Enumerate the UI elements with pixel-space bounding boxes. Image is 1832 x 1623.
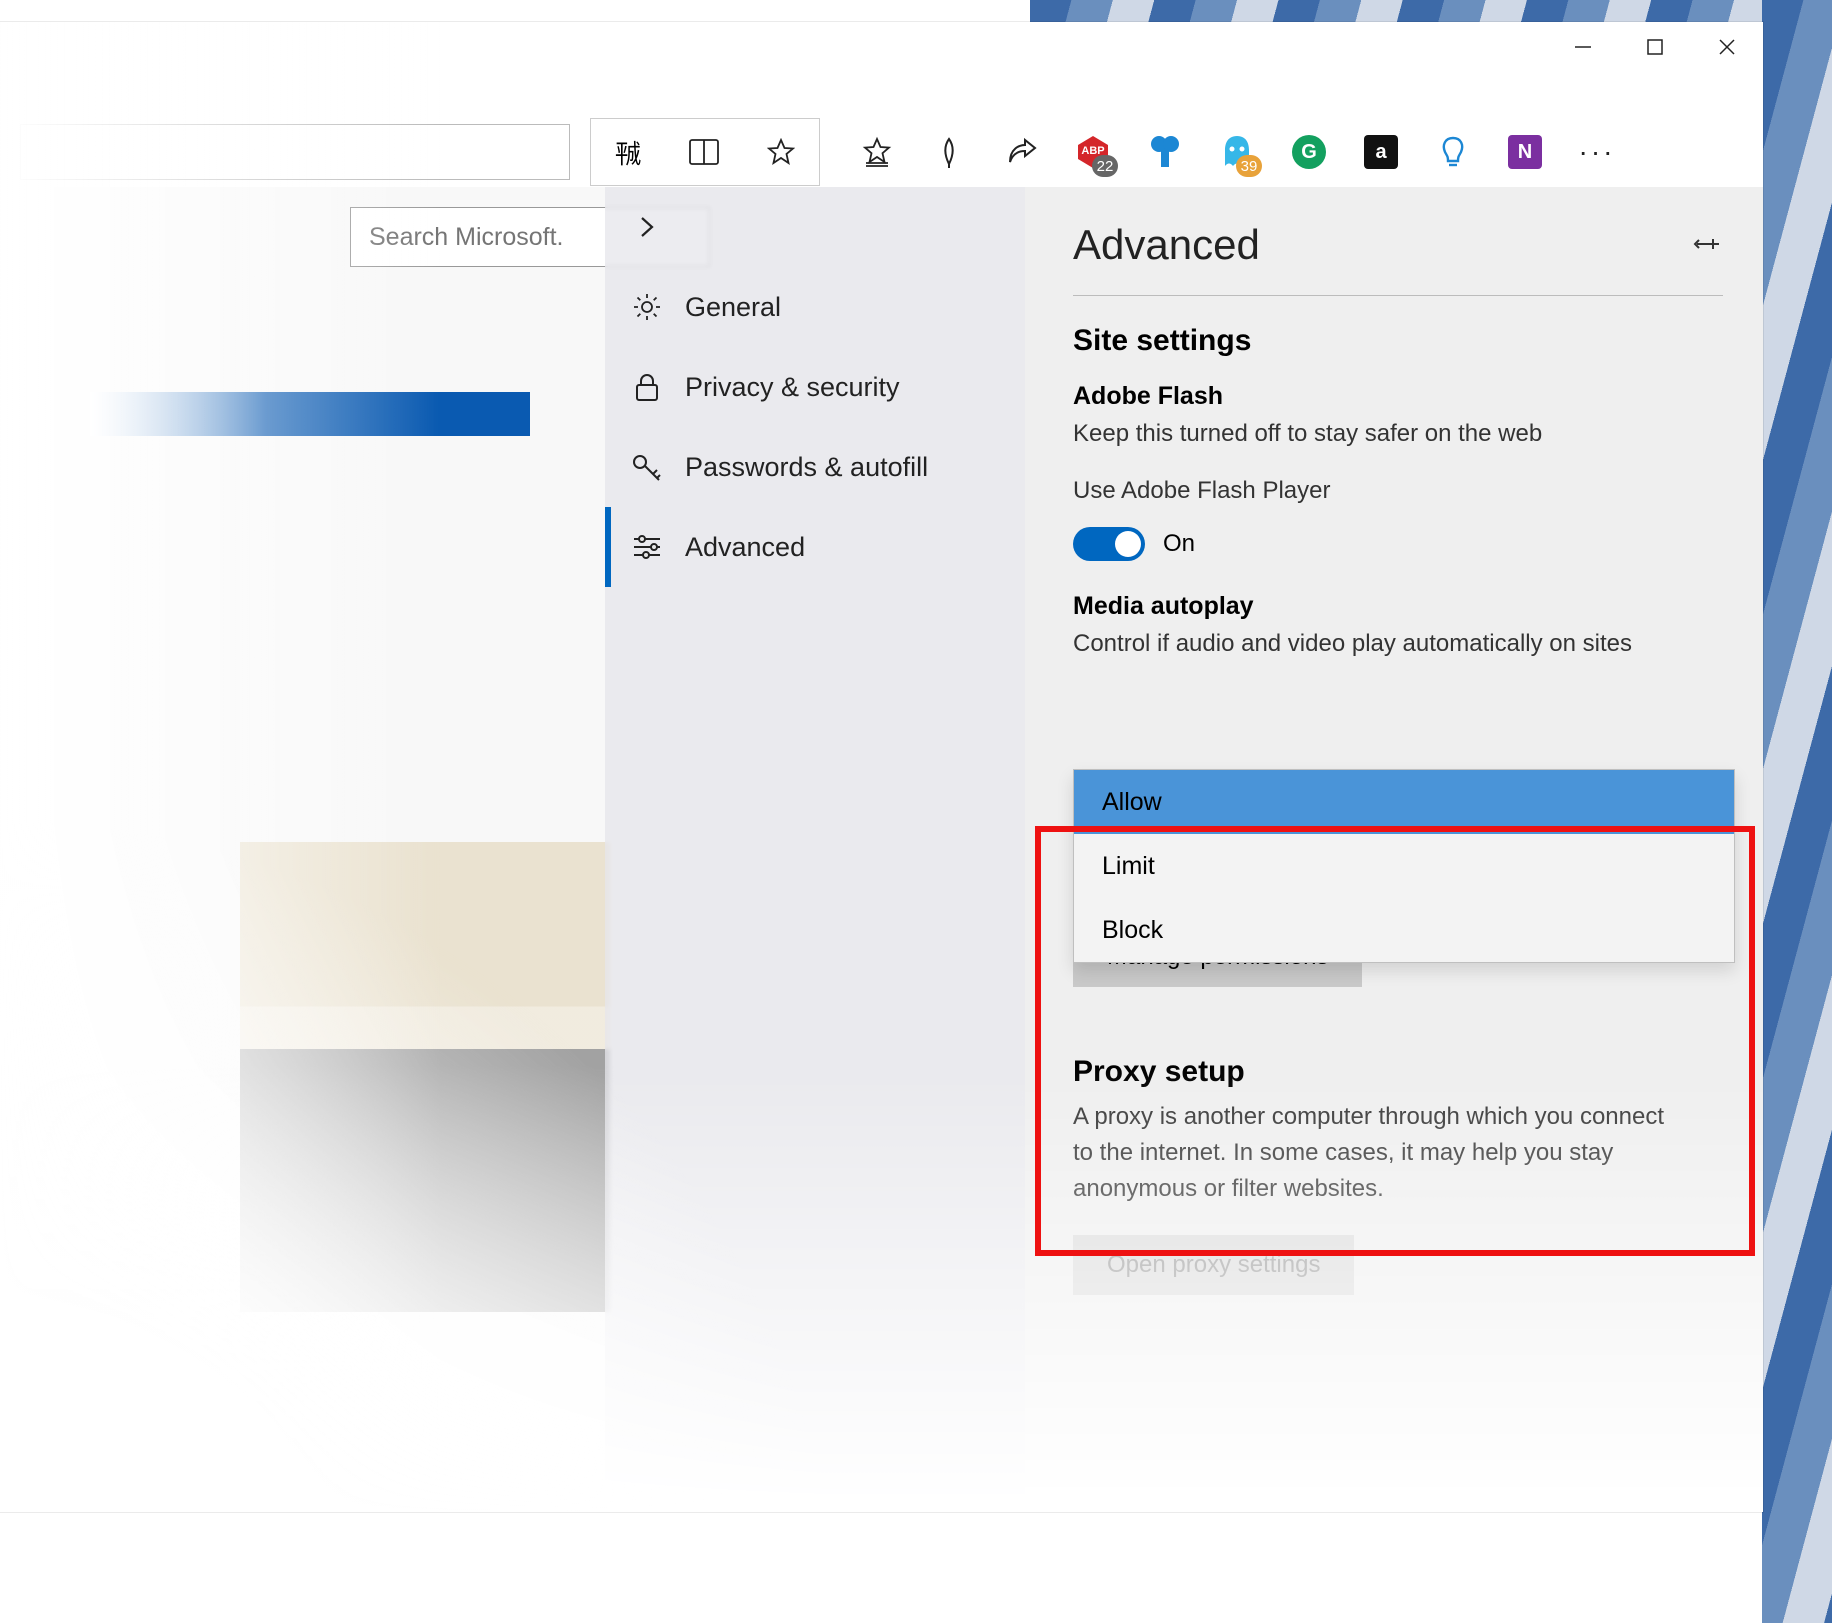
flash-toggle-label: Use Adobe Flash Player [1073,474,1723,509]
page-blue-banner [90,392,530,436]
proxy-heading: Proxy setup [1073,1055,1723,1089]
media-autoplay-dropdown[interactable]: Allow Limit Block [1073,769,1735,963]
settings-detail-pane: Advanced Site settings Adobe Flash Keep … [1025,187,1763,1512]
ghostery-badge: 39 [1236,155,1262,177]
page-hero-image [240,842,610,1312]
edge-browser-window: ㍻ ABP 22 [0,22,1763,1512]
address-bar[interactable] [20,124,570,180]
nav-item-label: General [685,292,781,323]
media-description: Control if audio and video play automati… [1073,627,1723,662]
nav-item-privacy[interactable]: Privacy & security [605,347,1025,427]
ghostery-icon[interactable]: 39 [1218,133,1256,171]
section-title: Site settings [1073,324,1723,358]
lock-icon [631,371,663,403]
flash-heading: Adobe Flash [1073,382,1723,411]
pin-icon[interactable] [1693,233,1721,255]
dropdown-option-block[interactable]: Block [1074,898,1734,962]
grammarly-icon[interactable]: G [1290,133,1328,171]
settings-back-button[interactable] [605,187,1025,267]
window-close-button[interactable] [1691,22,1763,72]
more-icon[interactable]: ··· [1578,133,1616,171]
adblock-badge: 22 [1092,155,1118,177]
flash-toggle-state: On [1163,530,1195,558]
nav-item-passwords[interactable]: Passwords & autofill [605,427,1025,507]
dropdown-option-allow[interactable]: Allow [1074,770,1734,834]
reading-view-icon[interactable] [689,139,719,165]
favorites-list-icon[interactable] [858,133,896,171]
divider [1073,295,1723,296]
translate-icon[interactable]: ㍻ [615,134,641,171]
settings-sidebar: General Privacy & security Passwords & a… [605,187,1025,1512]
nav-item-label: Advanced [685,532,805,563]
window-titlebar [1547,22,1763,72]
notes-pen-icon[interactable] [930,133,968,171]
amazon-icon[interactable]: a [1362,133,1400,171]
extension-icons: ABP 22 39 G a N ··· [840,118,1743,186]
window-minimize-button[interactable] [1547,22,1619,72]
flash-description: Keep this turned off to stay safer on th… [1073,417,1723,452]
dropdown-option-limit[interactable]: Limit [1074,834,1734,898]
media-heading: Media autoplay [1073,592,1723,621]
window-maximize-button[interactable] [1619,22,1691,72]
nav-item-label: Privacy & security [685,372,900,403]
address-bar-actions: ㍻ [590,118,820,186]
turnoff-lights-icon[interactable] [1434,133,1472,171]
nav-item-general[interactable]: General [605,267,1025,347]
browser-toolbar: ㍻ ABP 22 [0,118,1763,186]
proxy-description: A proxy is another computer through whic… [1073,1099,1673,1207]
key-icon [631,451,663,483]
gear-icon [631,291,663,323]
favorite-star-icon[interactable] [767,138,795,166]
toggle-switch-on-icon [1073,527,1145,561]
chevron-right-icon [631,211,663,243]
share-icon[interactable] [1002,133,1040,171]
detail-title: Advanced [1073,221,1723,269]
nav-item-advanced[interactable]: Advanced [605,507,1025,587]
onenote-icon[interactable]: N [1506,133,1544,171]
rewards-icon[interactable] [1146,133,1184,171]
open-proxy-settings-button[interactable]: Open proxy settings [1073,1235,1354,1295]
sliders-icon [631,531,663,563]
desktop-wallpaper-right [1762,0,1832,1623]
nav-item-label: Passwords & autofill [685,452,928,483]
flash-toggle[interactable]: On [1073,527,1195,561]
adblock-icon[interactable]: ABP 22 [1074,133,1112,171]
